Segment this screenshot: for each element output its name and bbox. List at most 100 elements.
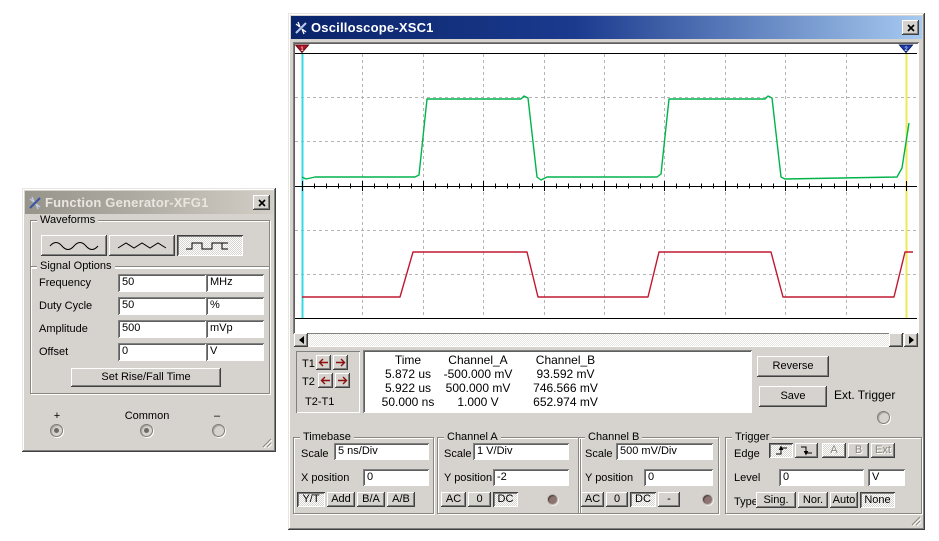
trigger-source-b-button[interactable]: B [848, 443, 869, 458]
channel-b-input-led [703, 495, 712, 504]
channel-b-scale-label: Scale [585, 448, 613, 460]
set-rise-fall-time-button[interactable]: Set Rise/Fall Time [71, 368, 221, 387]
trigger-type-auto-button[interactable]: Auto [830, 492, 858, 508]
instrument-icon [28, 196, 42, 210]
duty-cycle-input[interactable]: 50 [118, 297, 206, 315]
oscilloscope-window: Oscilloscope-XSC1 12 T1 [288, 13, 925, 530]
diff-channel-b: 652.974 mV [513, 395, 618, 409]
resize-grip[interactable] [260, 436, 272, 448]
channel-b-dc-button[interactable]: DC [630, 492, 656, 507]
ext-trigger-terminal[interactable] [877, 411, 890, 424]
timebase-add-button[interactable]: Add [327, 492, 355, 507]
terminal-common[interactable] [140, 424, 153, 437]
trigger-level-input[interactable]: 0 [779, 469, 864, 486]
offset-unit[interactable]: V [206, 343, 264, 361]
terminal-plus-label: + [46, 410, 68, 422]
timebase-yt-button[interactable]: Y/T [297, 492, 325, 507]
channel-a-scale-input[interactable]: 1 V/Div [473, 443, 569, 460]
trigger-rising-edge-button[interactable] [769, 443, 793, 458]
trigger-source-ext-button[interactable]: Ext [871, 443, 895, 458]
trace-channel-b [302, 96, 909, 180]
t1-left-button[interactable] [316, 355, 331, 370]
channel-a-dc-button[interactable]: DC [493, 492, 518, 507]
trigger-type-normal-button[interactable]: Nor. [798, 492, 828, 508]
function-generator-window: Function Generator-XFG1 Waveforms [22, 188, 276, 452]
cursor-panel: T1 T2 T2-T1 [296, 351, 360, 413]
channel-a-ac-button[interactable]: AC [441, 492, 466, 507]
trigger-type-single-button[interactable]: Sing. [756, 492, 796, 508]
amplitude-input[interactable]: 500 [118, 320, 206, 338]
channel-a-ypos-label: Y position [444, 472, 492, 484]
rising-edge-icon [774, 445, 789, 456]
t1-label: T1 [302, 358, 315, 370]
scope-horizontal-scrollbar[interactable] [294, 333, 918, 347]
trigger-level-unit[interactable]: V [868, 469, 905, 486]
channel-b-zero-button[interactable]: 0 [606, 492, 628, 507]
frequency-input[interactable]: 50 [118, 274, 206, 292]
channel-a-group-label: Channel A [444, 431, 501, 443]
scope-screen-frame: 12 [293, 42, 919, 334]
square-wave-button[interactable] [177, 235, 243, 256]
channel-b-scale-input[interactable]: 500 mV/Div [616, 443, 713, 460]
scope-screen: 12 [295, 44, 917, 332]
channel-a-ypos-input[interactable]: -2 [493, 469, 569, 486]
arrow-left-icon [318, 358, 329, 367]
channel-a-group: Channel A Scale 1 V/Div Y position -2 AC… [437, 437, 581, 514]
trigger-group-label: Trigger [732, 431, 772, 443]
channel-a-scale-label: Scale [444, 448, 472, 460]
scroll-left-button[interactable] [294, 333, 308, 347]
offset-input[interactable]: 0 [118, 343, 206, 361]
save-button[interactable]: Save [759, 386, 827, 407]
channel-b-ypos-label: Y position [585, 472, 633, 484]
close-icon [258, 199, 266, 207]
resize-grip-icon [260, 436, 272, 448]
close-button[interactable] [902, 20, 919, 35]
timebase-ba-button[interactable]: B/A [357, 492, 385, 507]
window-title: Function Generator-XFG1 [45, 195, 209, 210]
function-generator-title-bar[interactable]: Function Generator-XFG1 [25, 191, 273, 214]
arrow-right-icon [335, 358, 346, 367]
scrollbar-thumb[interactable] [889, 333, 903, 347]
channel-a-zero-button[interactable]: 0 [468, 492, 491, 507]
t2-channel-b: 746.566 mV [513, 381, 618, 395]
channel-b-ypos-input[interactable]: 0 [644, 469, 713, 486]
arrow-right-icon [337, 376, 348, 385]
scroll-right-button[interactable] [904, 333, 918, 347]
reverse-button[interactable]: Reverse [757, 356, 829, 377]
channel-b-ac-button[interactable]: AC [581, 492, 604, 507]
t1-channel-b: 93.592 mV [513, 367, 618, 381]
resize-grip[interactable] [909, 514, 921, 526]
window-title: Oscilloscope-XSC1 [311, 20, 434, 35]
duty-cycle-unit[interactable]: % [206, 297, 264, 315]
terminal-plus-dot [54, 428, 59, 433]
desktop: Function Generator-XFG1 Waveforms [0, 0, 939, 541]
close-button[interactable] [253, 195, 270, 210]
amplitude-unit[interactable]: mVp [206, 320, 264, 338]
triangle-wave-button[interactable] [109, 235, 175, 256]
timebase-xpos-input[interactable]: 0 [363, 469, 429, 486]
channel-b-group-label: Channel B [585, 431, 642, 443]
duty-cycle-label: Duty Cycle [39, 300, 92, 312]
trigger-edge-label: Edge [734, 448, 760, 460]
terminal-minus[interactable] [212, 424, 225, 437]
timebase-scale-input[interactable]: 5 ns/Div [334, 443, 429, 460]
terminal-plus[interactable] [50, 424, 63, 437]
trigger-source-a-button[interactable]: A [822, 443, 846, 458]
oscilloscope-title-bar[interactable]: Oscilloscope-XSC1 [291, 16, 922, 39]
frequency-unit[interactable]: MHz [206, 274, 264, 292]
t2-left-button[interactable] [318, 373, 333, 388]
timebase-ab-button[interactable]: A/B [387, 492, 415, 507]
arrow-left-icon [320, 376, 331, 385]
resize-grip-icon [909, 514, 921, 526]
t1-right-button[interactable] [333, 355, 348, 370]
amplitude-label: Amplitude [39, 323, 88, 335]
square-wave-icon [183, 239, 237, 253]
t2-right-button[interactable] [335, 373, 350, 388]
terminal-minus-label: – [206, 410, 228, 422]
sine-wave-button[interactable] [41, 235, 107, 256]
channel-b-invert-button[interactable]: - [658, 492, 680, 507]
triangle-wave-icon [115, 239, 169, 253]
trigger-level-label: Level [734, 472, 760, 484]
trigger-type-none-button[interactable]: None [860, 492, 895, 508]
trigger-falling-edge-button[interactable] [795, 443, 818, 458]
